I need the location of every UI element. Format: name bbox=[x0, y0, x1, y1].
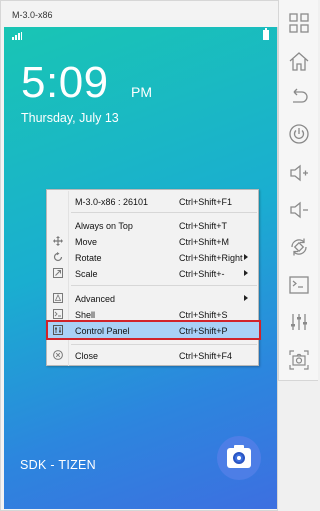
control-panel-icon bbox=[291, 314, 307, 330]
menu-item-shortcut: Ctrl+Shift+P bbox=[179, 326, 228, 336]
menu-item-shortcut: Ctrl+Shift+S bbox=[179, 310, 228, 320]
context-menu: M-3.0-x86 : 26101 Ctrl+Shift+F1 Always o… bbox=[46, 189, 261, 366]
move-icon bbox=[53, 236, 63, 246]
grid-button[interactable] bbox=[286, 10, 312, 36]
rotate-icon bbox=[53, 252, 63, 262]
menu-item-label: Shell bbox=[75, 310, 96, 320]
shell-button[interactable] bbox=[286, 272, 312, 298]
power-icon bbox=[289, 124, 309, 144]
camera-button[interactable] bbox=[217, 436, 261, 480]
advanced-icon bbox=[53, 293, 63, 303]
menu-item-shortcut: Ctrl+Shift+F4 bbox=[179, 351, 233, 361]
screenshot-icon bbox=[289, 350, 309, 370]
back-button[interactable] bbox=[286, 84, 312, 110]
battery-icon bbox=[263, 28, 269, 40]
power-button[interactable] bbox=[286, 121, 312, 147]
submenu-arrow-icon bbox=[244, 254, 248, 260]
volume-up-icon bbox=[290, 164, 308, 182]
window-title: M-3.0-x86 bbox=[12, 10, 53, 20]
menu-separator bbox=[71, 285, 257, 286]
menu-item-scale[interactable]: Scale Ctrl+Shift+- bbox=[48, 265, 259, 281]
home-icon bbox=[289, 52, 309, 71]
close-icon bbox=[53, 350, 63, 360]
emulator-root: M-3.0-x86 5:09 PM Thursday, July 13 SDK … bbox=[0, 0, 318, 511]
volume-down-button[interactable] bbox=[286, 197, 312, 223]
menu-item-shortcut: Ctrl+Shift+M bbox=[179, 237, 230, 247]
submenu-arrow-icon bbox=[244, 295, 248, 301]
scale-icon bbox=[53, 268, 63, 278]
grid-icon bbox=[289, 13, 309, 33]
menu-item-move[interactable]: Move Ctrl+Shift+M bbox=[48, 233, 259, 249]
menu-item-shortcut: Ctrl+Shift+T bbox=[179, 221, 228, 231]
shell-icon bbox=[53, 309, 63, 319]
menu-item-shortcut: Ctrl+Shift+F1 bbox=[179, 197, 233, 207]
control-panel-icon bbox=[53, 325, 63, 335]
menu-item-label: Advanced bbox=[75, 294, 116, 304]
menu-item-label: Control Panel bbox=[75, 326, 130, 336]
menu-separator bbox=[71, 212, 257, 213]
volume-up-button[interactable] bbox=[286, 160, 312, 186]
menu-item-close[interactable]: Close Ctrl+Shift+F4 bbox=[48, 347, 259, 363]
emulator-toolbar bbox=[278, 0, 318, 381]
home-button[interactable] bbox=[286, 48, 312, 74]
screenshot-button[interactable] bbox=[286, 347, 312, 373]
menu-item-label: Scale bbox=[75, 269, 98, 279]
signal-icon bbox=[12, 32, 22, 40]
menu-item-shell[interactable]: Shell Ctrl+Shift+S bbox=[48, 306, 259, 322]
volume-down-icon bbox=[290, 201, 308, 219]
menu-item-shortcut: Ctrl+Shift+- bbox=[179, 269, 225, 279]
menu-item-advanced[interactable]: Advanced bbox=[48, 290, 259, 306]
shell-icon bbox=[289, 276, 309, 294]
back-icon bbox=[293, 88, 308, 103]
menu-item-control-panel[interactable]: Control Panel Ctrl+Shift+P bbox=[46, 320, 261, 340]
rotate-screen-icon bbox=[291, 238, 307, 256]
menu-item-label: Move bbox=[75, 237, 98, 247]
menu-separator bbox=[71, 344, 257, 345]
menu-item-label: Rotate bbox=[75, 253, 102, 263]
menu-item-label: Always on Top bbox=[75, 221, 133, 231]
menu-item-label: M-3.0-x86 : 26101 bbox=[75, 197, 149, 207]
clock-ampm: PM bbox=[131, 84, 152, 100]
rotate-screen-button[interactable] bbox=[286, 234, 312, 260]
menu-item-device[interactable]: M-3.0-x86 : 26101 Ctrl+Shift+F1 bbox=[48, 193, 259, 209]
title-bar[interactable]: M-3.0-x86 bbox=[1, 1, 279, 27]
menu-item-always-on-top[interactable]: Always on Top Ctrl+Shift+T bbox=[48, 217, 259, 233]
menu-item-label: Close bbox=[75, 351, 99, 361]
sdk-label: SDK - TIZEN bbox=[20, 458, 96, 472]
menu-item-shortcut: Ctrl+Shift+Right bbox=[179, 253, 243, 263]
submenu-arrow-icon bbox=[244, 270, 248, 276]
clock-date: Thursday, July 13 bbox=[21, 111, 119, 125]
camera-icon bbox=[227, 445, 251, 468]
control-panel-button[interactable] bbox=[286, 309, 312, 335]
menu-item-rotate[interactable]: Rotate Ctrl+Shift+Right bbox=[48, 249, 259, 265]
clock-time: 5:09 bbox=[21, 58, 109, 107]
